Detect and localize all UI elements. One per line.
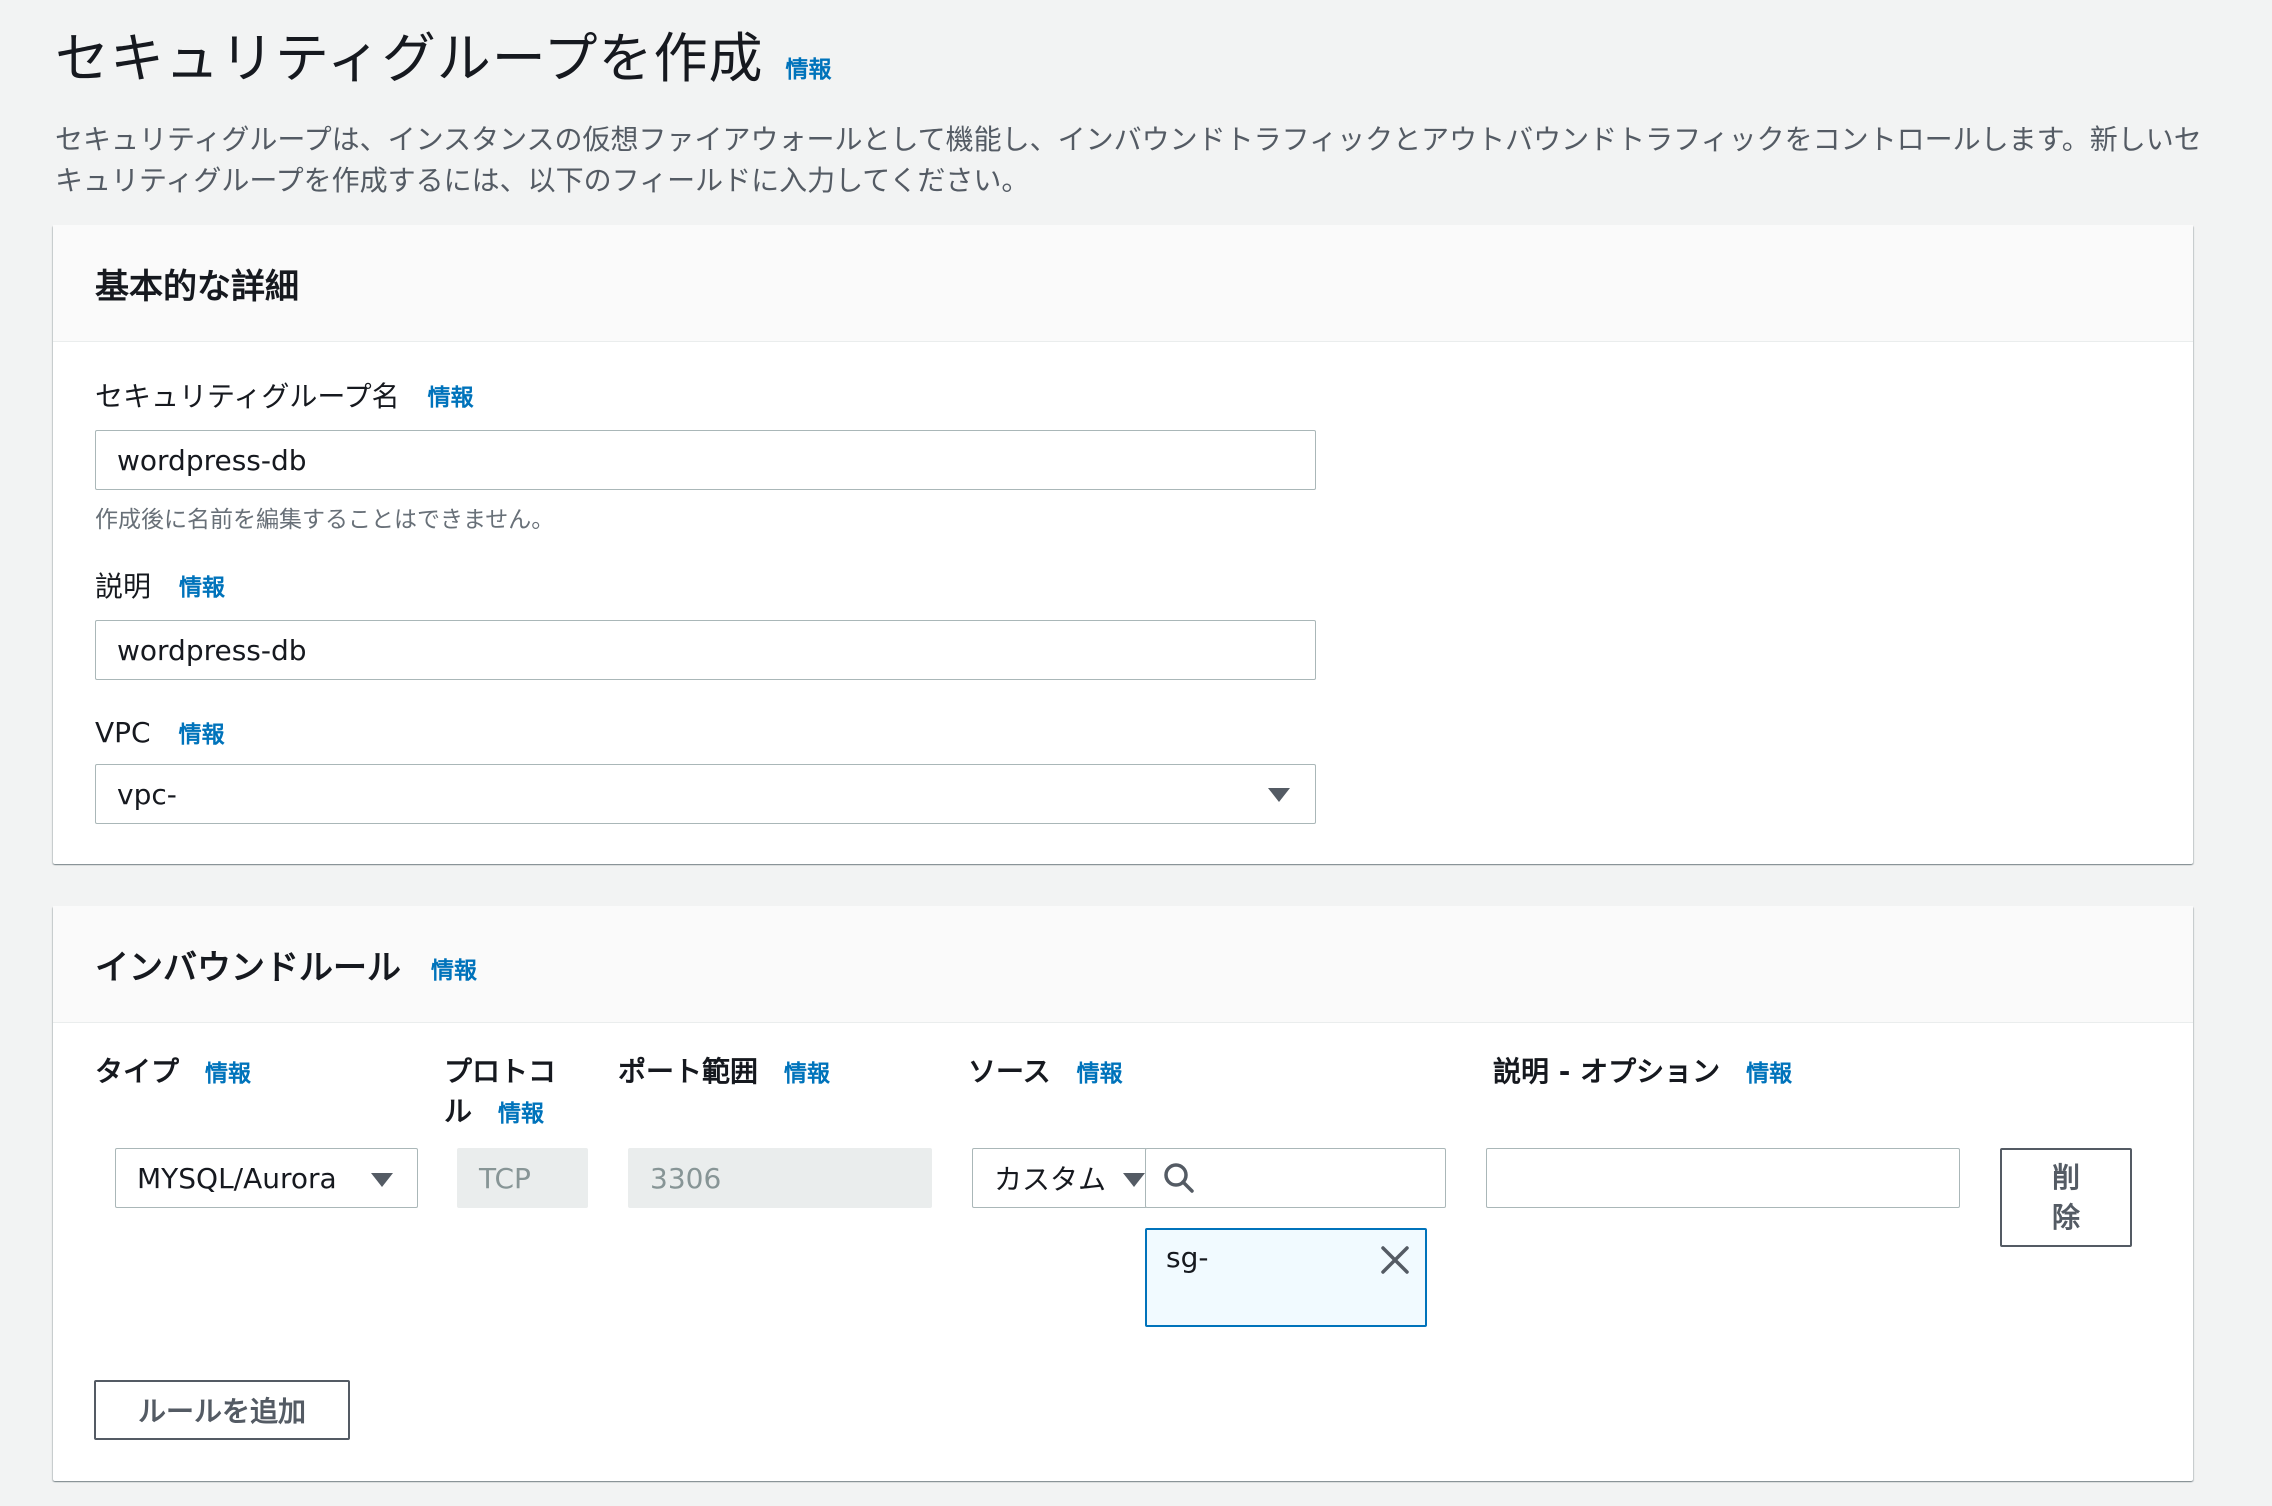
chevron-down-icon bbox=[1123, 1173, 1145, 1187]
column-header-description: 説明 - オプション 情報 bbox=[1493, 1055, 1793, 1088]
page-title-row: セキュリティグループを作成 情報 bbox=[55, 14, 2205, 93]
page-description: セキュリティグループは、インスタンスの仮想ファイアウォールとして機能し、インバウ… bbox=[55, 119, 2205, 201]
description-option-info-link[interactable]: 情報 bbox=[1746, 1061, 1792, 1087]
protocol-info-link[interactable]: 情報 bbox=[498, 1101, 544, 1127]
vpc-info-link[interactable]: 情報 bbox=[179, 715, 225, 749]
source-token: sg- bbox=[1145, 1228, 1427, 1327]
vpc-label: VPC bbox=[95, 715, 151, 749]
port-range-field: 3306 bbox=[628, 1148, 932, 1208]
page-title: セキュリティグループを作成 bbox=[55, 27, 764, 90]
chevron-down-icon bbox=[371, 1173, 393, 1187]
column-header-protocol: プロトコ ル情報 bbox=[444, 1055, 557, 1128]
column-header-type: タイプ 情報 bbox=[95, 1055, 252, 1088]
source-token-label: sg- bbox=[1166, 1241, 1209, 1274]
add-rule-button[interactable]: ルールを追加 bbox=[94, 1380, 350, 1440]
create-security-group-page: セキュリティグループを作成 情報 セキュリティグループは、インスタンスの仮想ファ… bbox=[0, 0, 2272, 1506]
page-header: セキュリティグループを作成 情報 セキュリティグループは、インスタンスの仮想ファ… bbox=[55, 14, 2205, 201]
description-info-link[interactable]: 情報 bbox=[179, 568, 225, 602]
security-group-name-input[interactable]: wordpress-db bbox=[95, 430, 1316, 490]
source-info-link[interactable]: 情報 bbox=[1077, 1061, 1123, 1087]
security-group-name-info-link[interactable]: 情報 bbox=[428, 378, 474, 412]
type-select-value: MYSQL/Aurora bbox=[137, 1161, 337, 1195]
port-range-info-link[interactable]: 情報 bbox=[784, 1061, 830, 1087]
source-search-input[interactable] bbox=[1145, 1148, 1446, 1208]
security-group-name-field: セキュリティグループ名 情報 wordpress-db 作成後に名前を編集するこ… bbox=[95, 375, 1316, 534]
inbound-rules-header: インバウンドルール 情報 bbox=[53, 906, 2193, 1023]
page-description-line-2: キュリティグループを作成するには、以下のフィールドに入力してください。 bbox=[55, 164, 1030, 197]
security-group-name-label: セキュリティグループ名 bbox=[95, 380, 400, 413]
column-header-port-range: ポート範囲 情報 bbox=[618, 1055, 831, 1088]
vpc-field: VPC 情報 vpc- bbox=[95, 715, 1316, 824]
inbound-rules-info-link[interactable]: 情報 bbox=[431, 951, 477, 985]
close-icon[interactable] bbox=[1379, 1244, 1411, 1276]
protocol-field: TCP bbox=[457, 1148, 588, 1208]
type-select[interactable]: MYSQL/Aurora bbox=[115, 1148, 418, 1208]
description-input[interactable]: wordpress-db bbox=[95, 620, 1316, 680]
type-info-link[interactable]: 情報 bbox=[205, 1061, 251, 1087]
basic-details-panel: 基本的な詳細 セキュリティグループ名 情報 wordpress-db 作成後に名… bbox=[53, 225, 2193, 864]
column-header-source: ソース 情報 bbox=[968, 1055, 1123, 1088]
basic-details-title: 基本的な詳細 bbox=[95, 266, 299, 307]
vpc-select[interactable]: vpc- bbox=[95, 764, 1316, 824]
vpc-select-value: vpc- bbox=[95, 764, 1316, 824]
basic-details-header: 基本的な詳細 bbox=[53, 225, 2193, 342]
page-info-link[interactable]: 情報 bbox=[786, 50, 832, 84]
page-description-line-1: セキュリティグループは、インスタンスの仮想ファイアウォールとして機能し、インバウ… bbox=[55, 123, 2202, 156]
description-label: 説明 bbox=[95, 570, 152, 603]
source-type-select[interactable]: カスタム bbox=[972, 1148, 1147, 1208]
inbound-rules-title: インバウンドルール bbox=[95, 947, 401, 988]
rule-description-input[interactable] bbox=[1486, 1148, 1960, 1208]
chevron-down-icon bbox=[1268, 788, 1290, 802]
security-group-name-hint: 作成後に名前を編集することはできません。 bbox=[95, 507, 555, 533]
description-field: 説明 情報 wordpress-db bbox=[95, 565, 1316, 680]
delete-rule-button[interactable]: 削 除 bbox=[2000, 1148, 2132, 1247]
search-icon bbox=[1164, 1163, 1194, 1193]
source-type-value: カスタム bbox=[994, 1163, 1107, 1196]
